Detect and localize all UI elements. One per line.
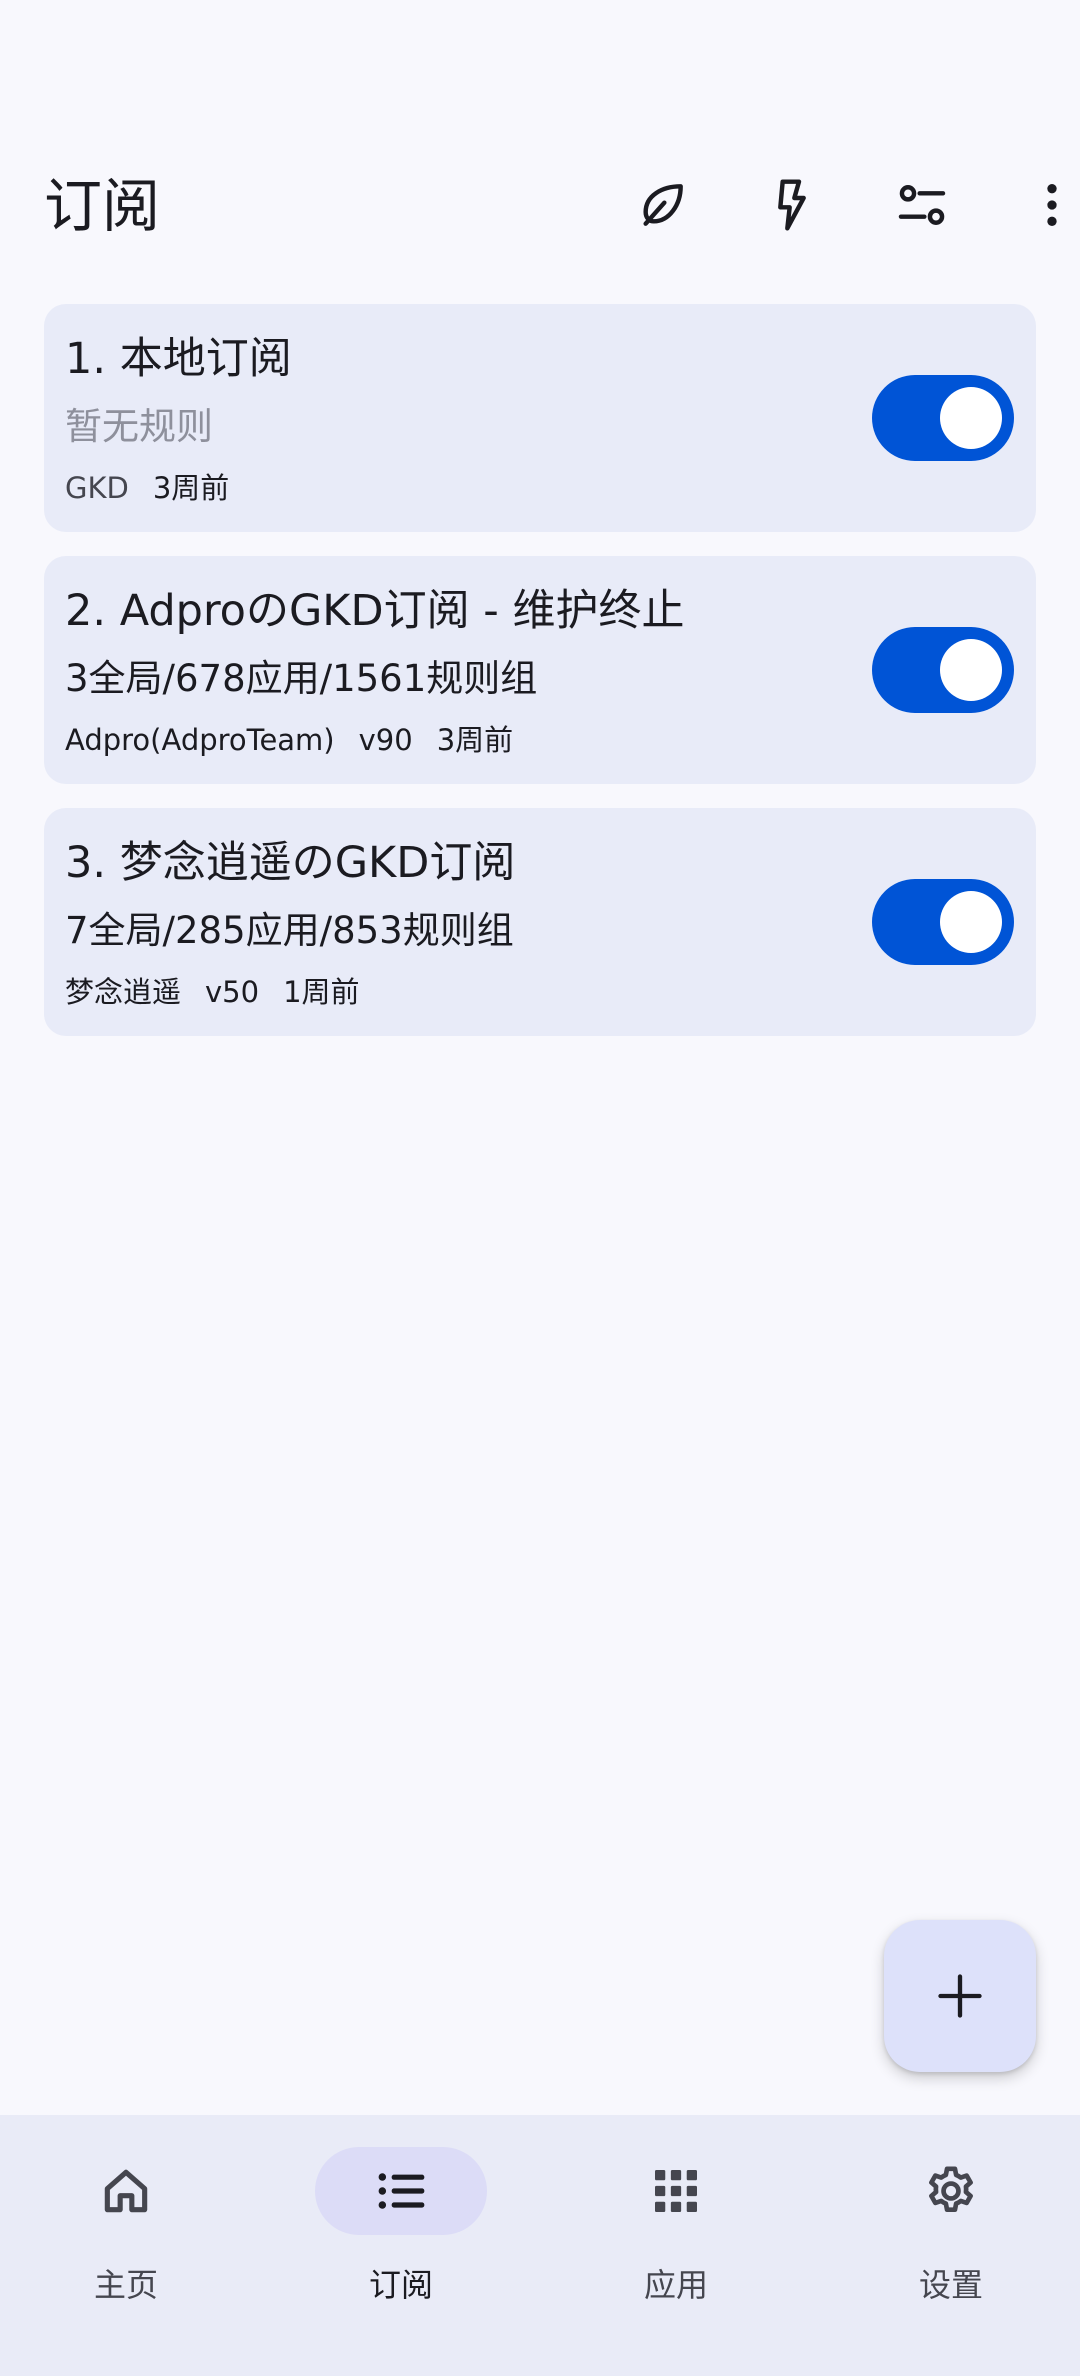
subscription-summary: 7全局/285应用/853规则组 <box>65 909 514 952</box>
toggle-thumb <box>940 387 1002 449</box>
top-app-bar: 订阅 <box>0 150 1080 260</box>
filter-button[interactable] <box>874 157 970 253</box>
app-screen: 订阅 1. 本地订阅 暂无规则 GKD 3周前 2. AdproのGKD订阅 -… <box>0 0 1080 2376</box>
nav-label: 应用 <box>643 2266 708 2304</box>
subscription-title: 2. AdproのGKD订阅 - 维护终止 <box>65 586 685 636</box>
nav-item-home[interactable]: 主页 <box>6 2147 246 2317</box>
subscription-author: 梦念逍遥 <box>65 975 182 1009</box>
subscription-summary: 暂无规则 <box>65 405 213 448</box>
nav-label: 设置 <box>918 2266 983 2304</box>
add-subscription-button[interactable] <box>884 1920 1036 2072</box>
leaf-button[interactable] <box>614 157 710 253</box>
subscription-toggle[interactable] <box>872 375 1014 461</box>
subscription-list: 1. 本地订阅 暂无规则 GKD 3周前 2. AdproのGKD订阅 - 维护… <box>44 304 1036 1060</box>
nav-label: 订阅 <box>368 2266 433 2304</box>
leaf-icon <box>643 184 683 226</box>
filter-icon <box>898 185 946 225</box>
toggle-thumb <box>940 891 1002 953</box>
apps-grid-icon <box>655 2170 697 2212</box>
subscription-author: Adpro(AdproTeam) <box>65 723 335 757</box>
subscription-version: v50 <box>205 975 260 1009</box>
subscription-author: GKD <box>65 471 129 505</box>
nav-item-apps[interactable]: 应用 <box>556 2147 796 2317</box>
subscription-updated: 3周前 <box>152 471 230 505</box>
nav-item-subscriptions[interactable]: 订阅 <box>281 2147 521 2317</box>
subscription-title: 1. 本地订阅 <box>65 334 292 384</box>
subscription-card[interactable]: 2. AdproのGKD订阅 - 维护终止 3全局/678应用/1561规则组 … <box>44 556 1036 784</box>
toggle-thumb <box>940 639 1002 701</box>
page-title: 订阅 <box>44 172 161 240</box>
subscription-toggle[interactable] <box>872 627 1014 713</box>
subscription-title: 3. 梦念逍遥のGKD订阅 <box>65 838 516 888</box>
nav-label: 主页 <box>93 2266 158 2304</box>
subscription-updated: 1周前 <box>283 975 360 1009</box>
settings-gear-icon <box>929 2166 973 2212</box>
flash-button[interactable] <box>744 157 840 253</box>
subscription-card[interactable]: 1. 本地订阅 暂无规则 GKD 3周前 <box>44 304 1036 532</box>
add-icon <box>938 1974 982 2018</box>
more-vert-icon <box>1047 184 1057 226</box>
subscription-summary: 3全局/678应用/1561规则组 <box>65 657 538 700</box>
subscription-meta: Adpro(AdproTeam) v90 3周前 <box>65 720 513 760</box>
subscription-version: v90 <box>358 723 413 757</box>
subscription-meta: GKD 3周前 <box>65 468 229 508</box>
list-icon <box>378 2173 425 2209</box>
subscription-meta: 梦念逍遥 v50 1周前 <box>65 972 360 1012</box>
flash-icon <box>778 179 806 231</box>
subscription-card[interactable]: 3. 梦念逍遥のGKD订阅 7全局/285应用/853规则组 梦念逍遥 v50 … <box>44 808 1036 1036</box>
subscription-toggle[interactable] <box>872 879 1014 965</box>
more-options-button[interactable] <box>1004 157 1080 253</box>
subscription-updated: 3周前 <box>436 723 514 757</box>
bottom-navigation: 主页 订阅 应用 设置 <box>0 2115 1080 2376</box>
home-icon <box>104 2169 148 2213</box>
nav-item-settings[interactable]: 设置 <box>831 2147 1071 2317</box>
